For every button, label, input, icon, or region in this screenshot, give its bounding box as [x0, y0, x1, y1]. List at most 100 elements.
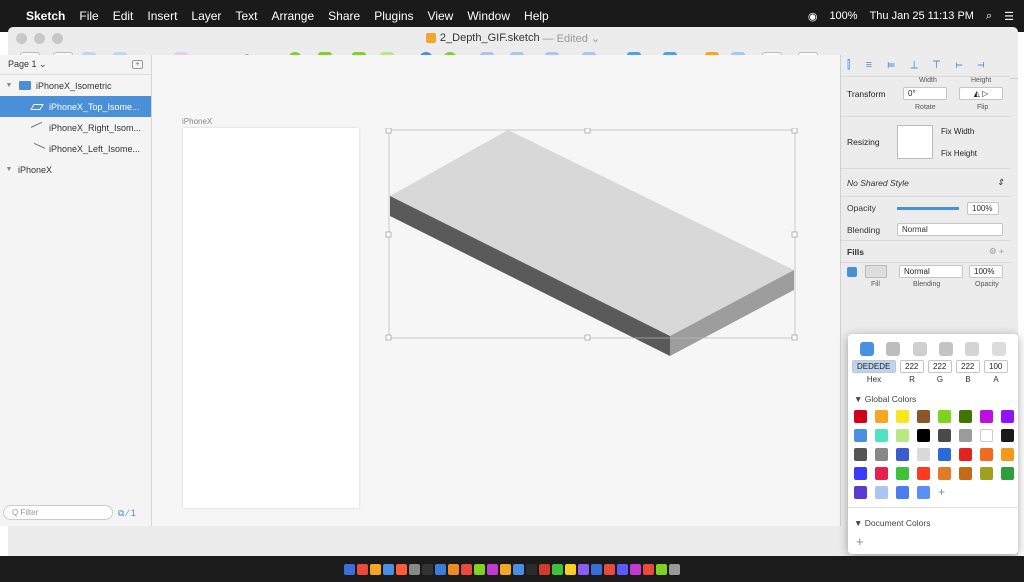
color-swatch[interactable] [875, 448, 888, 461]
color-swatch[interactable] [854, 410, 867, 423]
menu-window[interactable]: Window [467, 9, 510, 23]
b-field[interactable]: 222 [956, 360, 980, 373]
layer-left-isometric[interactable]: iPhoneX_Left_Isome... [0, 138, 151, 159]
dock-app-icon[interactable] [513, 563, 524, 575]
dock-app-icon[interactable] [422, 563, 433, 575]
color-swatch[interactable] [854, 486, 867, 499]
filter-options-icon[interactable]: ⧉ ⁄ 1 [118, 508, 136, 519]
fill-opacity-field[interactable]: 100% [969, 265, 1003, 278]
color-swatch[interactable] [980, 467, 993, 480]
color-swatch[interactable] [875, 467, 888, 480]
color-swatch[interactable] [917, 429, 930, 442]
color-swatch[interactable] [938, 448, 951, 461]
rotate-field[interactable]: 0° [903, 87, 947, 100]
color-swatch[interactable] [959, 429, 972, 442]
g-field[interactable]: 222 [928, 360, 952, 373]
opacity-slider[interactable] [897, 206, 959, 210]
menu-insert[interactable]: Insert [147, 9, 177, 23]
disclosure-icon[interactable]: ▼ [4, 82, 14, 89]
color-swatch[interactable] [875, 486, 888, 499]
color-swatch[interactable] [959, 410, 972, 423]
radial-gradient-tab[interactable] [912, 342, 927, 356]
layer-right-isometric[interactable]: iPhoneX_Right_Isom... [0, 117, 151, 138]
fill-color-well[interactable] [865, 265, 887, 278]
menu-view[interactable]: View [428, 9, 454, 23]
menu-help[interactable]: Help [524, 9, 549, 23]
alignment-toolbar[interactable]: ⫿ ≡ ⊨ ⊥ ⊤ ⊢ ⊣ [841, 55, 1010, 77]
dock-app-icon[interactable] [448, 563, 459, 575]
color-swatch[interactable] [917, 467, 930, 480]
dock-app-icon[interactable] [487, 563, 498, 575]
dock-app-icon[interactable] [435, 563, 446, 575]
menu-arrange[interactable]: Arrange [271, 9, 314, 23]
dock-app-icon[interactable] [617, 563, 628, 575]
pattern-fill-tab[interactable] [965, 342, 980, 356]
color-swatch[interactable] [854, 448, 867, 461]
color-swatch[interactable] [896, 429, 909, 442]
opacity-field[interactable]: 100% [967, 201, 999, 215]
canvas[interactable]: iPhoneX [152, 55, 840, 526]
fix-height-toggle[interactable]: Fix Height [941, 149, 977, 158]
dock-app-icon[interactable] [604, 563, 615, 575]
menu-text[interactable]: Text [235, 9, 257, 23]
color-swatch[interactable] [938, 429, 951, 442]
dock-app-icon[interactable] [526, 563, 537, 575]
resizing-widget[interactable] [897, 125, 933, 159]
artboard-iphonex[interactable] [183, 128, 359, 508]
angular-gradient-tab[interactable] [939, 342, 954, 356]
dock-app-icon[interactable] [461, 563, 472, 575]
dock-app-icon[interactable] [656, 563, 667, 575]
a-field[interactable]: 100 [984, 360, 1008, 373]
dock-app-icon[interactable] [409, 563, 420, 575]
fill-blending-select[interactable]: Normal [899, 265, 963, 278]
artboard-label[interactable]: iPhoneX [182, 117, 212, 126]
minimize-window-button[interactable] [34, 33, 45, 44]
dock-app-icon[interactable] [630, 563, 641, 575]
color-swatch[interactable] [1001, 467, 1014, 480]
isometric-slab[interactable] [380, 128, 800, 358]
color-swatch[interactable] [1001, 448, 1014, 461]
dock-app-icon[interactable] [383, 563, 394, 575]
dock-app-icon[interactable] [591, 563, 602, 575]
color-swatch[interactable] [875, 429, 888, 442]
color-swatch[interactable] [896, 486, 909, 499]
fix-width-toggle[interactable]: Fix Width [941, 127, 974, 136]
color-swatch[interactable] [959, 448, 972, 461]
color-swatch[interactable] [896, 410, 909, 423]
close-window-button[interactable] [16, 33, 27, 44]
wifi-icon[interactable]: ◉ [808, 10, 818, 23]
dock-app-icon[interactable] [552, 563, 563, 575]
notification-icon[interactable]: ☰ [1004, 10, 1014, 23]
global-colors-header[interactable]: ▼ Global Colors [848, 386, 1018, 410]
color-swatch[interactable] [896, 467, 909, 480]
battery-label[interactable]: 100% [829, 10, 857, 22]
menu-sketch[interactable]: Sketch [26, 9, 65, 23]
fill-checkbox[interactable] [847, 267, 857, 277]
linear-gradient-tab[interactable] [886, 342, 901, 356]
color-swatch[interactable] [896, 448, 909, 461]
layer-artboard-iphonex[interactable]: ▼ iPhoneX [0, 159, 151, 180]
dock-app-icon[interactable] [344, 563, 355, 575]
clock[interactable]: Thu Jan 25 11:13 PM [870, 10, 974, 22]
dock-app-icon[interactable] [565, 563, 576, 575]
spotlight-icon[interactable]: ⌕ [986, 10, 992, 23]
menu-layer[interactable]: Layer [191, 9, 221, 23]
color-swatch[interactable] [1001, 410, 1014, 423]
dock-app-icon[interactable] [500, 563, 511, 575]
dock-app-icon[interactable] [357, 563, 368, 575]
color-swatch[interactable] [959, 467, 972, 480]
dock-app-icon[interactable] [370, 563, 381, 575]
edited-status[interactable]: — Edited ⌄ [543, 32, 601, 45]
color-swatch[interactable] [1001, 429, 1014, 442]
color-swatch[interactable] [854, 429, 867, 442]
solid-fill-tab[interactable] [860, 342, 875, 356]
page-selector[interactable]: Page 1 ⌄ + [0, 55, 151, 75]
hex-field[interactable]: DEDEDE [852, 360, 896, 373]
color-swatch[interactable] [917, 448, 930, 461]
layer-top-isometric[interactable]: iPhoneX_Top_Isome... [0, 96, 151, 117]
layer-group-isometric[interactable]: ▼ iPhoneX_Isometric [0, 75, 151, 96]
zoom-window-button[interactable] [52, 33, 63, 44]
color-swatch[interactable] [938, 410, 951, 423]
add-document-color-button[interactable]: + [848, 532, 1018, 551]
shared-style-select[interactable]: No Shared Style ⇕ [841, 169, 1010, 197]
